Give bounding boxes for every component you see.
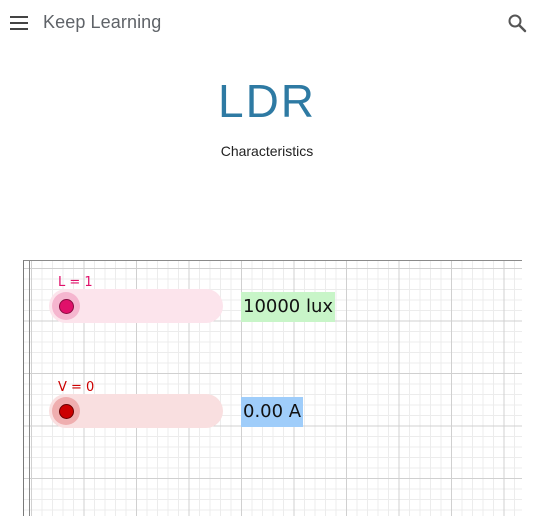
current-readout: 0.00 A [241, 397, 304, 427]
search-button[interactable] [504, 10, 530, 36]
light-slider-dot [58, 298, 74, 314]
voltage-slider-label: V = 0 [58, 380, 95, 395]
light-slider-label: L = 1 [58, 275, 93, 290]
voltage-slider-dot [58, 403, 74, 419]
geogebra-applet[interactable]: L = 1 10000 lux V = 0 0.00 A [23, 260, 522, 516]
page-title: LDR [217, 75, 317, 127]
voltage-slider-knob[interactable] [52, 397, 80, 425]
menu-button[interactable] [6, 10, 32, 36]
page-subtitle: Characteristics [220, 143, 314, 159]
illuminance-readout: 10000 lux [241, 292, 336, 322]
y-axis [29, 261, 30, 516]
page: Keep Learning LDR Characteristics L = 1 … [0, 0, 534, 516]
light-slider-knob[interactable] [52, 292, 80, 320]
site-title[interactable]: Keep Learning [43, 12, 161, 33]
search-icon [508, 14, 527, 33]
hamburger-menu-icon [10, 16, 28, 30]
